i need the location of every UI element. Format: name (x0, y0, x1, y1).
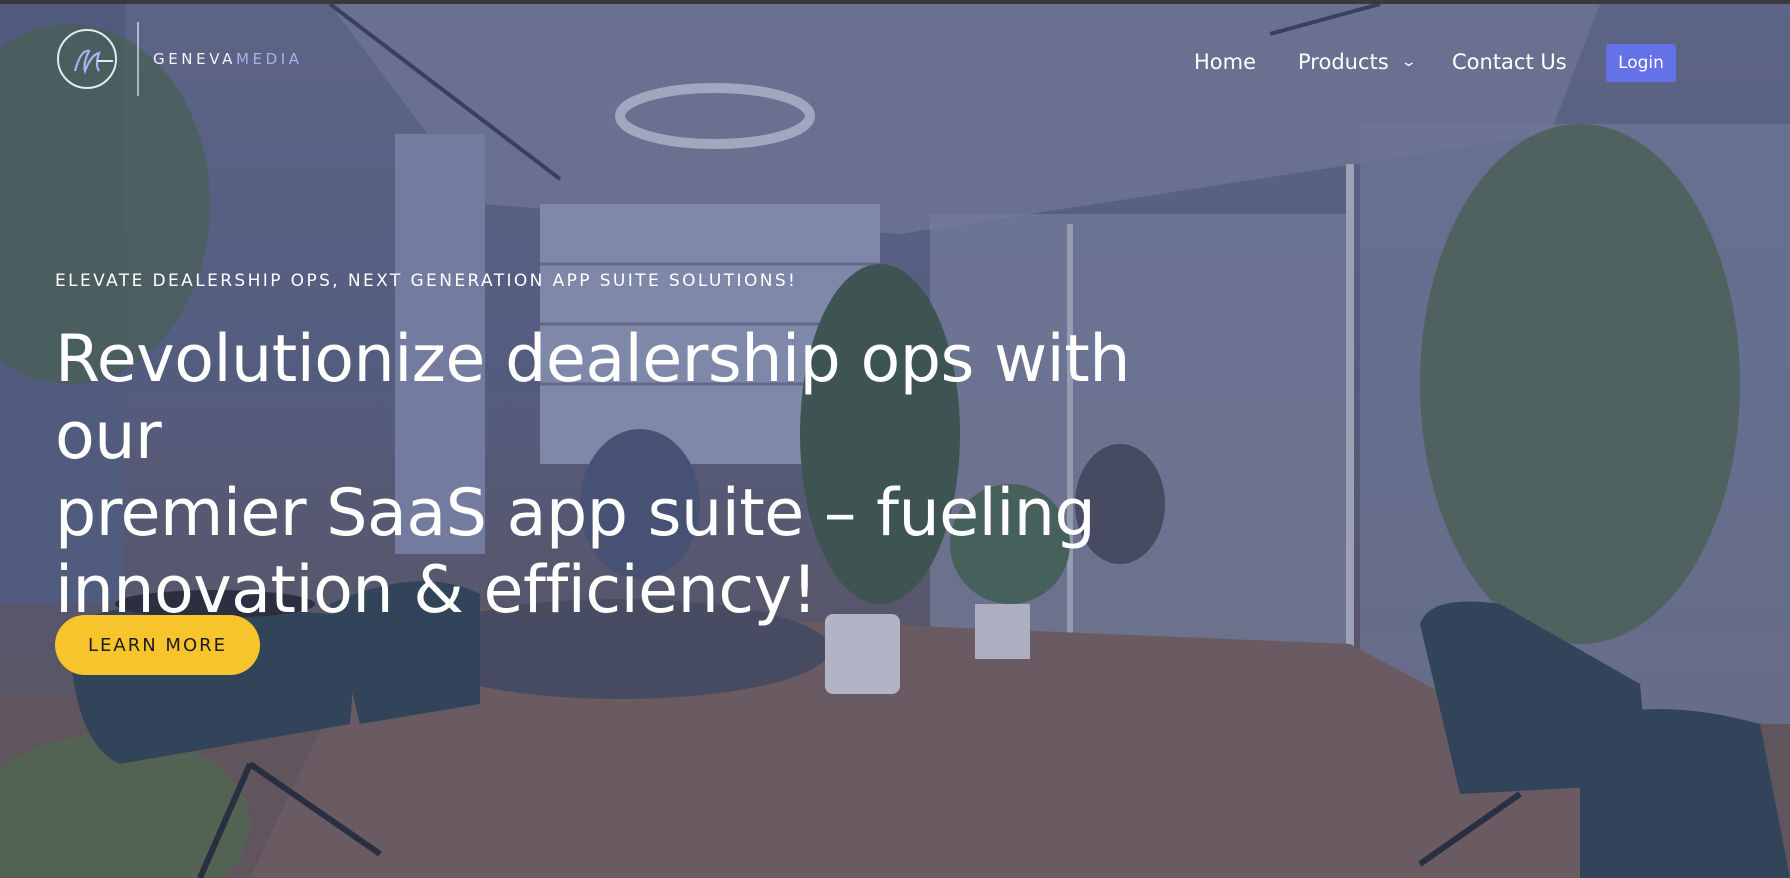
headline-line-1: Revolutionize dealership ops with our (55, 322, 1130, 474)
nav-link-contact[interactable]: Contact Us (1452, 50, 1567, 74)
hero-section: GENEVAMEDIA Home Products ⌄ Contact Us L… (0, 4, 1790, 878)
learn-more-button[interactable]: LEARN MORE (55, 615, 260, 675)
login-button[interactable]: Login (1606, 44, 1676, 82)
hero-headline: Revolutionize dealership ops with our pr… (55, 321, 1235, 629)
nav-link-home[interactable]: Home (1194, 50, 1256, 74)
nav-link-products[interactable]: Products ⌄ (1298, 50, 1417, 74)
hero-eyebrow: ELEVATE DEALERSHIP OPS, NEXT GENERATION … (55, 271, 798, 291)
headline-line-2: premier SaaS app suite – fueling (55, 476, 1096, 551)
main-navigation: Home Products ⌄ Contact Us (0, 50, 1790, 80)
nav-products-label: Products (1298, 50, 1389, 74)
chevron-down-icon: ⌄ (1400, 54, 1417, 70)
